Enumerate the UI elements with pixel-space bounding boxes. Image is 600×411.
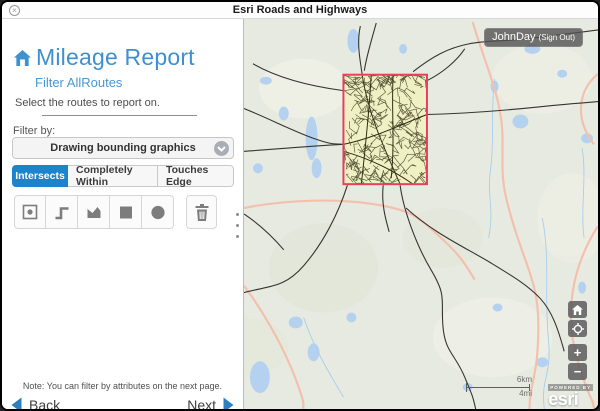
wizard-navigation: Back Next: [2, 397, 243, 411]
chevron-left-icon: [11, 397, 23, 411]
rectangle-tool-button[interactable]: [110, 195, 142, 229]
title-bar: × Esri Roads and Highways: [2, 2, 598, 19]
esri-logo: POWERED BY esri: [548, 384, 593, 407]
divider: [42, 115, 197, 116]
map-canvas[interactable]: [244, 19, 598, 409]
zoom-in-button[interactable]: +: [568, 344, 587, 361]
rectangle-tool-icon: [117, 203, 135, 221]
page-title: Mileage Report: [36, 44, 195, 71]
dropdown-selected-value: Drawing bounding graphics: [50, 142, 195, 154]
filter-by-label: Filter by:: [13, 125, 55, 137]
home-icon: [13, 49, 32, 67]
home-icon: [572, 305, 583, 315]
clear-graphics-button[interactable]: [186, 195, 217, 229]
instruction-text: Select the routes to report on.: [15, 97, 160, 109]
note-text: Note: You can filter by attributes on th…: [2, 381, 243, 391]
circle-tool-icon: [149, 203, 167, 221]
user-name: JohnDay: [492, 28, 535, 47]
point-tool-button[interactable]: [14, 195, 46, 229]
user-sign-out-button[interactable]: JohnDay (Sign Out): [484, 28, 583, 47]
next-label: Next: [187, 397, 216, 411]
chevron-right-icon: [222, 397, 234, 411]
map-controls: + −: [568, 299, 587, 380]
report-panel: Mileage Report Filter AllRoutes Select t…: [2, 19, 244, 409]
back-button[interactable]: Back: [11, 397, 66, 411]
home-extent-button[interactable]: [568, 301, 587, 318]
tab-intersects[interactable]: Intersects: [12, 165, 68, 187]
scale-bar-line: [466, 387, 530, 388]
polyline-tool-button[interactable]: [46, 195, 78, 229]
filter-method-dropdown[interactable]: Drawing bounding graphics: [12, 137, 234, 159]
scale-imperial-label: 4mi: [519, 389, 532, 398]
zoom-out-button[interactable]: −: [568, 363, 587, 380]
polyline-tool-icon: [53, 203, 71, 221]
panel-drag-handle[interactable]: [236, 213, 240, 246]
sign-out-label: (Sign Out): [539, 33, 575, 42]
app-window: × Esri Roads and Highways Mileage Report…: [0, 0, 600, 411]
polygon-tool-icon: [85, 203, 103, 221]
esri-brand-label: esri: [548, 391, 593, 407]
page-subtitle: Filter AllRoutes: [35, 75, 122, 90]
trash-icon: [193, 203, 211, 222]
window-title: Esri Roads and Highways: [2, 4, 598, 16]
scale-bar-tick: [466, 383, 467, 392]
next-button[interactable]: Next: [181, 397, 234, 411]
spatial-relation-tabs: Intersects Completely Within Touches Edg…: [12, 165, 234, 187]
map-container[interactable]: JohnDay (Sign Out): [244, 19, 598, 409]
polygon-tool-button[interactable]: [78, 195, 110, 229]
chevron-down-circle-icon: [214, 141, 229, 156]
locate-button[interactable]: [568, 320, 587, 337]
circle-tool-button[interactable]: [142, 195, 174, 229]
scale-metric-label: 6km: [517, 375, 532, 384]
tab-completely-within[interactable]: Completely Within: [68, 165, 158, 187]
draw-toolbar: [14, 195, 217, 229]
scale-bar: 6km 4mi: [466, 380, 532, 396]
locate-icon: [572, 323, 584, 335]
point-tool-icon: [21, 203, 39, 221]
back-label: Back: [29, 397, 60, 411]
tab-touches-edge[interactable]: Touches Edge: [158, 165, 234, 187]
